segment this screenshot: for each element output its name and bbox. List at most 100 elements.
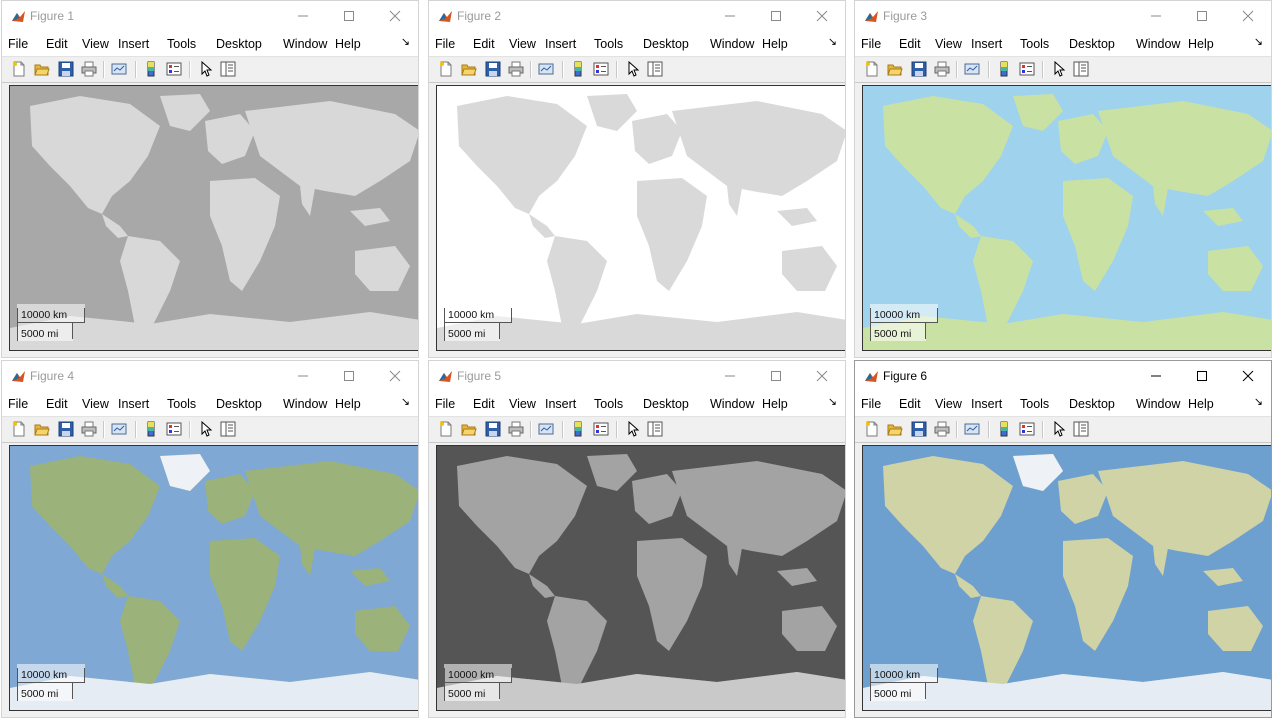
menu-overflow-icon[interactable]: ↘ bbox=[1254, 35, 1263, 48]
open-file-icon[interactable] bbox=[34, 61, 50, 77]
menu-help[interactable]: Help bbox=[762, 397, 788, 411]
menu-file[interactable]: File bbox=[8, 37, 28, 51]
figure-window[interactable]: Figure 3 File Edit View Insert Tools Desktop Wi… bbox=[854, 0, 1272, 358]
maximize-button[interactable] bbox=[753, 361, 799, 392]
figure-window[interactable]: Figure 1 File Edit View Insert Tools Desktop Wi… bbox=[1, 0, 419, 358]
menu-file[interactable]: File bbox=[861, 37, 881, 51]
minimize-button[interactable] bbox=[1133, 1, 1179, 32]
close-button[interactable] bbox=[799, 361, 845, 392]
menu-overflow-icon[interactable]: ↘ bbox=[828, 35, 837, 48]
menu-window[interactable]: Window bbox=[283, 37, 327, 51]
insert-legend-icon[interactable] bbox=[166, 61, 182, 77]
figure-window[interactable]: Figure 6 File Edit View Insert Tools Desktop Wi… bbox=[854, 360, 1272, 718]
new-figure-icon[interactable] bbox=[864, 61, 880, 77]
minimize-button[interactable] bbox=[707, 361, 753, 392]
save-icon[interactable] bbox=[485, 421, 501, 437]
figure-window[interactable]: Figure 2 File Edit View Insert Tools Desktop Wi… bbox=[428, 0, 846, 358]
menu-window[interactable]: Window bbox=[1136, 37, 1180, 51]
edit-plot-icon[interactable] bbox=[1051, 60, 1067, 77]
menu-tools[interactable]: Tools bbox=[1020, 37, 1049, 51]
menu-help[interactable]: Help bbox=[335, 37, 361, 51]
edit-plot-icon[interactable] bbox=[625, 420, 641, 437]
menu-tools[interactable]: Tools bbox=[167, 397, 196, 411]
maximize-button[interactable] bbox=[1179, 1, 1225, 32]
menu-window[interactable]: Window bbox=[710, 37, 754, 51]
minimize-button[interactable] bbox=[280, 361, 326, 392]
title-bar[interactable]: Figure 2 bbox=[429, 1, 845, 32]
print-icon[interactable] bbox=[81, 421, 97, 437]
menu-desktop[interactable]: Desktop bbox=[216, 397, 262, 411]
property-inspector-icon[interactable] bbox=[220, 61, 236, 77]
edit-plot-icon[interactable] bbox=[1051, 420, 1067, 437]
map-axes[interactable]: 10000 km 5000 mi bbox=[862, 85, 1271, 351]
close-button[interactable] bbox=[1225, 361, 1271, 392]
figure-window[interactable]: Figure 4 File Edit View Insert Tools Desktop Wi… bbox=[1, 360, 419, 718]
insert-colorbar-icon[interactable] bbox=[143, 61, 159, 77]
edit-plot-icon[interactable] bbox=[198, 420, 214, 437]
menu-edit[interactable]: Edit bbox=[899, 37, 921, 51]
menu-overflow-icon[interactable]: ↘ bbox=[401, 35, 410, 48]
menu-edit[interactable]: Edit bbox=[899, 397, 921, 411]
open-file-icon[interactable] bbox=[461, 421, 477, 437]
link-plot-icon[interactable] bbox=[111, 61, 127, 77]
title-bar[interactable]: Figure 1 bbox=[2, 1, 418, 32]
menu-help[interactable]: Help bbox=[1188, 37, 1214, 51]
menu-desktop[interactable]: Desktop bbox=[643, 397, 689, 411]
minimize-button[interactable] bbox=[1133, 361, 1179, 392]
menu-view[interactable]: View bbox=[509, 397, 536, 411]
save-icon[interactable] bbox=[911, 421, 927, 437]
minimize-button[interactable] bbox=[280, 1, 326, 32]
maximize-button[interactable] bbox=[1179, 361, 1225, 392]
title-bar[interactable]: Figure 3 bbox=[855, 1, 1271, 32]
menu-edit[interactable]: Edit bbox=[46, 397, 68, 411]
menu-overflow-icon[interactable]: ↘ bbox=[828, 395, 837, 408]
menu-window[interactable]: Window bbox=[283, 397, 327, 411]
menu-insert[interactable]: Insert bbox=[545, 37, 576, 51]
link-plot-icon[interactable] bbox=[964, 61, 980, 77]
print-icon[interactable] bbox=[934, 61, 950, 77]
save-icon[interactable] bbox=[58, 61, 74, 77]
new-figure-icon[interactable] bbox=[11, 421, 27, 437]
new-figure-icon[interactable] bbox=[11, 61, 27, 77]
figure-window[interactable]: Figure 5 File Edit View Insert Tools Desktop Wi… bbox=[428, 360, 846, 718]
insert-colorbar-icon[interactable] bbox=[996, 421, 1012, 437]
map-axes[interactable]: 10000 km 5000 mi bbox=[9, 85, 418, 351]
maximize-button[interactable] bbox=[753, 1, 799, 32]
menu-file[interactable]: File bbox=[861, 397, 881, 411]
menu-desktop[interactable]: Desktop bbox=[216, 37, 262, 51]
insert-colorbar-icon[interactable] bbox=[570, 61, 586, 77]
menu-help[interactable]: Help bbox=[1188, 397, 1214, 411]
property-inspector-icon[interactable] bbox=[220, 421, 236, 437]
edit-plot-icon[interactable] bbox=[625, 60, 641, 77]
map-axes[interactable]: 10000 km 5000 mi bbox=[9, 445, 418, 711]
insert-legend-icon[interactable] bbox=[166, 421, 182, 437]
title-bar[interactable]: Figure 5 bbox=[429, 361, 845, 392]
print-icon[interactable] bbox=[934, 421, 950, 437]
menu-insert[interactable]: Insert bbox=[971, 397, 1002, 411]
menu-view[interactable]: View bbox=[935, 37, 962, 51]
print-icon[interactable] bbox=[81, 61, 97, 77]
property-inspector-icon[interactable] bbox=[1073, 421, 1089, 437]
insert-legend-icon[interactable] bbox=[593, 61, 609, 77]
insert-legend-icon[interactable] bbox=[1019, 421, 1035, 437]
insert-colorbar-icon[interactable] bbox=[570, 421, 586, 437]
link-plot-icon[interactable] bbox=[111, 421, 127, 437]
link-plot-icon[interactable] bbox=[964, 421, 980, 437]
insert-colorbar-icon[interactable] bbox=[143, 421, 159, 437]
menu-edit[interactable]: Edit bbox=[473, 37, 495, 51]
open-file-icon[interactable] bbox=[461, 61, 477, 77]
menu-desktop[interactable]: Desktop bbox=[1069, 397, 1115, 411]
property-inspector-icon[interactable] bbox=[647, 421, 663, 437]
minimize-button[interactable] bbox=[707, 1, 753, 32]
insert-legend-icon[interactable] bbox=[593, 421, 609, 437]
menu-tools[interactable]: Tools bbox=[594, 397, 623, 411]
map-axes[interactable]: 10000 km 5000 mi bbox=[436, 445, 845, 711]
menu-desktop[interactable]: Desktop bbox=[1069, 37, 1115, 51]
print-icon[interactable] bbox=[508, 421, 524, 437]
insert-colorbar-icon[interactable] bbox=[996, 61, 1012, 77]
open-file-icon[interactable] bbox=[887, 61, 903, 77]
close-button[interactable] bbox=[1225, 1, 1271, 32]
save-icon[interactable] bbox=[485, 61, 501, 77]
menu-tools[interactable]: Tools bbox=[167, 37, 196, 51]
title-bar[interactable]: Figure 4 bbox=[2, 361, 418, 392]
